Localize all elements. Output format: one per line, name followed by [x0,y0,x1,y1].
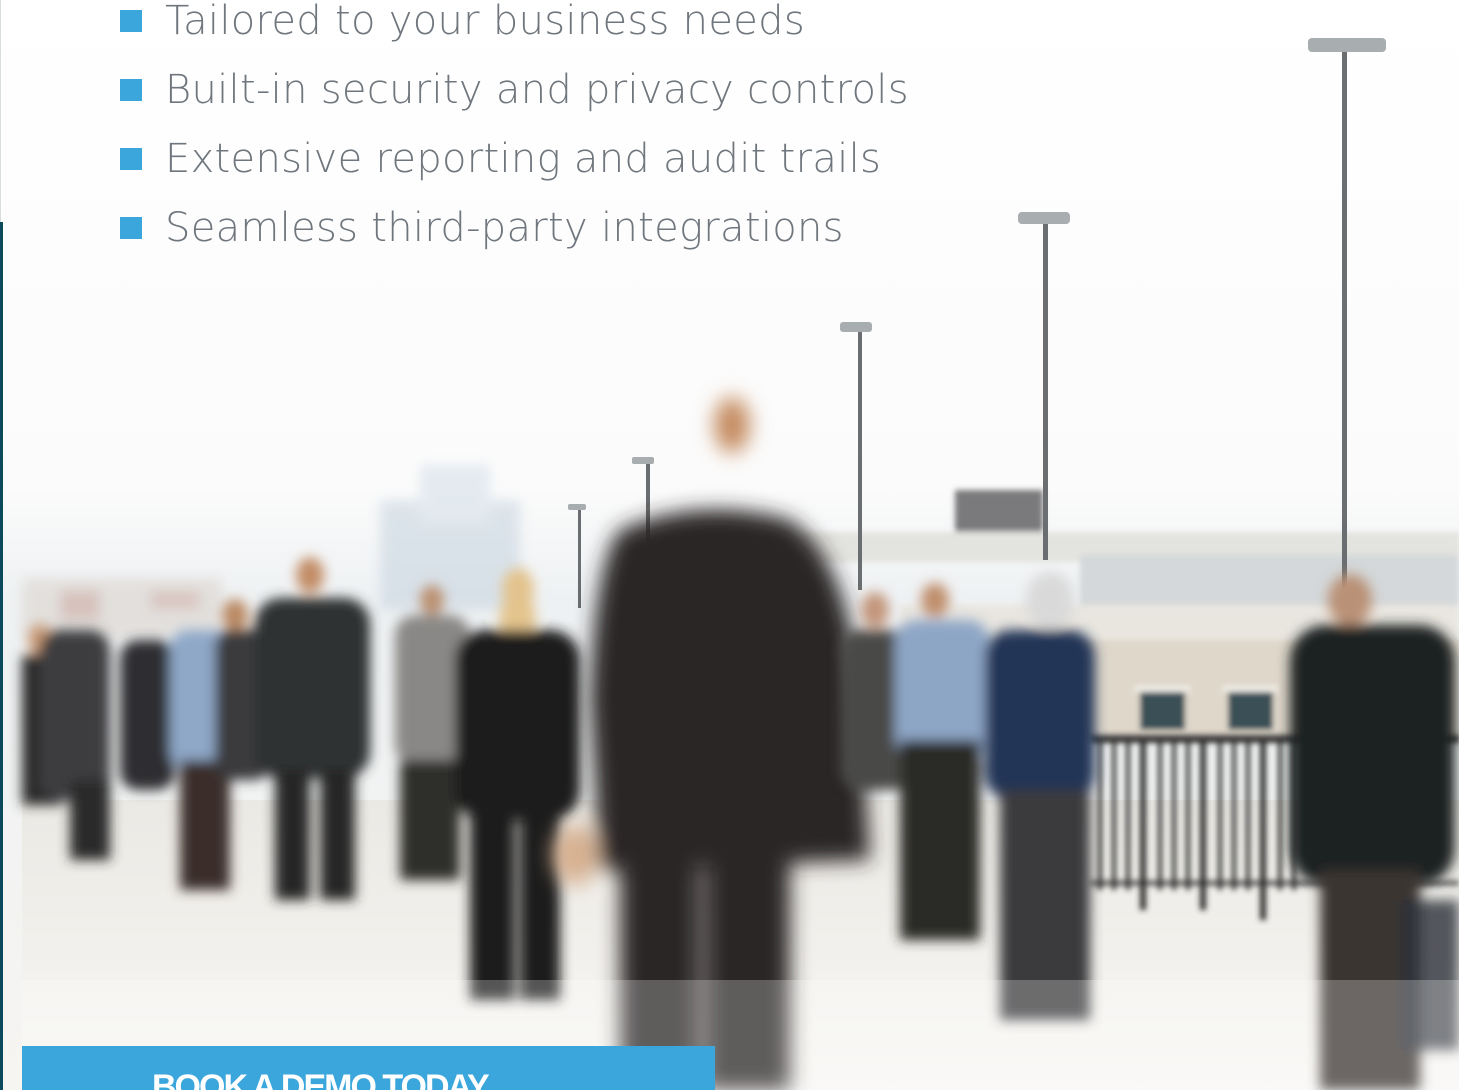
feature-text: Built-in security and privacy controls [165,66,909,113]
feature-item: Extensive reporting and audit trails [120,124,920,193]
feature-item: Built-in security and privacy controls [120,55,920,124]
feature-item: Tailored to your business needs [120,0,920,55]
square-bullet-icon [120,78,142,101]
feature-list: Tailored to your business needs Built-in… [120,0,920,262]
square-bullet-icon [120,147,142,170]
left-edge-divider [0,0,1,222]
page: Tailored to your business needs Built-in… [0,0,1459,1090]
feature-text: Seamless third-party integrations [165,204,844,251]
square-bullet-icon [120,216,142,239]
feature-item: Seamless third-party integrations [120,193,920,262]
square-bullet-icon [120,9,142,32]
feature-text: Extensive reporting and audit trails [165,135,882,182]
left-accent-bar [0,222,3,1090]
book-demo-button[interactable]: BOOK A DEMO TODAY [22,1046,715,1090]
book-demo-label: BOOK A DEMO TODAY [152,1068,490,1090]
feature-text: Tailored to your business needs [165,0,805,44]
